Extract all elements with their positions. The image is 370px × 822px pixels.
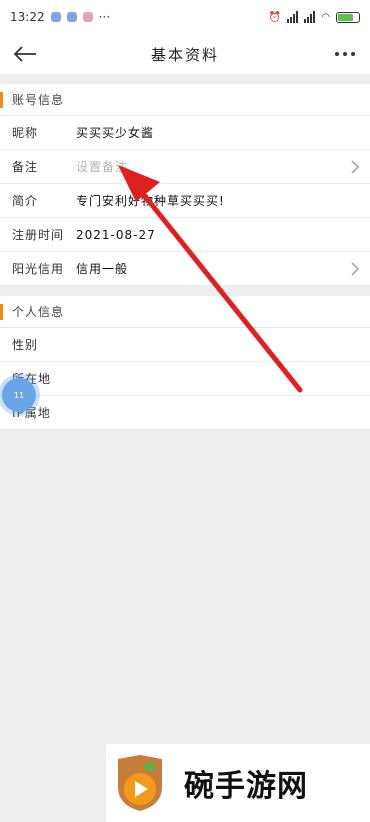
dot-icon — [335, 52, 339, 56]
row-value: 专门安利好物种草买买买! — [76, 194, 225, 208]
wifi-icon: ◠ — [321, 11, 330, 23]
more-options-button[interactable] — [320, 34, 370, 74]
gender-row: 性别 — [0, 328, 370, 362]
nickname-row[interactable]: 昵称 买买买少女酱 — [0, 116, 370, 150]
watermark-text: 碗手游网 — [184, 769, 308, 804]
account-info-section: 账号信息 昵称 买买买少女酱 备注 设置备注 简介 专门安利好物种草买买买! 注… — [0, 84, 370, 286]
section-title: 个人信息 — [12, 305, 65, 319]
status-time: 13:22 — [10, 10, 45, 24]
notification-icon — [82, 12, 93, 22]
row-value: 2021-08-27 — [76, 227, 156, 242]
bio-row[interactable]: 简介 专门安利好物种草买买买! — [0, 184, 370, 218]
notification-icon — [66, 12, 77, 22]
location-row: 所在地 — [0, 362, 370, 396]
section-accent-bar — [0, 91, 3, 108]
chevron-right-icon — [351, 160, 359, 174]
remark-placeholder[interactable]: 设置备注 — [76, 158, 128, 175]
remark-row[interactable]: 备注 设置备注 — [0, 150, 370, 184]
page-title: 基本资料 — [150, 45, 219, 64]
section-header: 账号信息 — [0, 84, 370, 116]
section-title: 账号信息 — [12, 93, 65, 107]
watermark: 碗手游网 — [106, 744, 370, 822]
status-right: ⏰ ◠ — [269, 11, 360, 23]
section-accent-bar — [0, 303, 3, 320]
section-gap — [0, 74, 370, 84]
row-label: 简介 — [12, 194, 39, 208]
floating-assistant-bubble[interactable]: 11 — [2, 378, 36, 412]
back-button[interactable] — [0, 34, 50, 74]
row-label: 性别 — [12, 338, 39, 352]
row-label: 阳光信用 — [12, 262, 65, 276]
ip-location-row: IP属地 — [0, 396, 370, 430]
alarm-icon: ⏰ — [268, 11, 282, 23]
row-label: 注册时间 — [12, 228, 65, 242]
row-value: 信用一般 — [76, 262, 129, 276]
credit-row[interactable]: 阳光信用 信用一般 — [0, 252, 370, 286]
personal-info-section: 个人信息 性别 所在地 IP属地 — [0, 296, 370, 430]
battery-icon — [336, 11, 360, 23]
dot-icon — [351, 52, 355, 56]
chevron-right-icon — [351, 262, 359, 276]
status-bar: 13:22 ··· ⏰ ◠ — [0, 0, 370, 34]
section-header: 个人信息 — [0, 296, 370, 328]
row-value: 买买买少女酱 — [76, 126, 155, 140]
section-gap — [0, 286, 370, 296]
register-time-row: 注册时间 2021-08-27 — [0, 218, 370, 252]
back-arrow-icon — [13, 46, 36, 62]
row-label: 昵称 — [12, 126, 39, 140]
status-left: 13:22 ··· — [10, 10, 110, 24]
watermark-logo-icon — [118, 755, 162, 811]
signal-icon — [287, 11, 299, 23]
notification-icon — [50, 12, 61, 22]
more-notifications-icon: ··· — [98, 10, 111, 24]
signal-icon — [304, 11, 316, 23]
top-bar: 基本资料 — [0, 34, 370, 74]
bubble-label: 11 — [13, 390, 25, 400]
row-label: 备注 — [12, 160, 39, 174]
dot-icon — [343, 52, 347, 56]
